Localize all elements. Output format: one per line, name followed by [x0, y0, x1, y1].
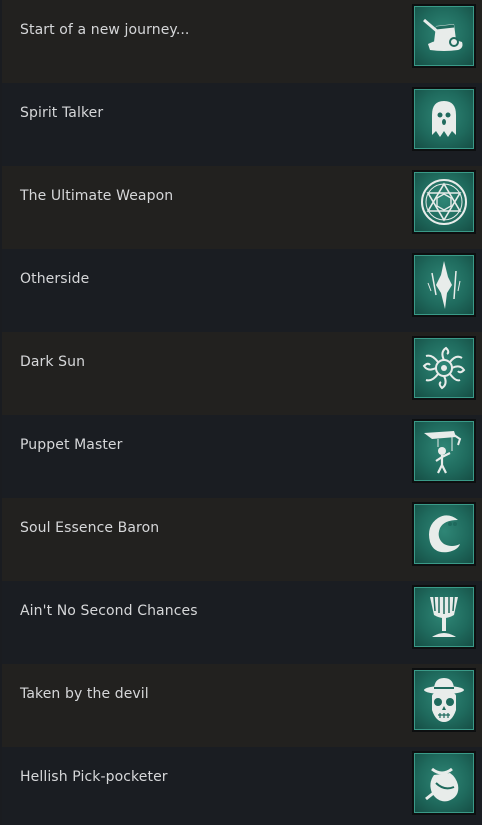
- achievement-title: Start of a new journey...: [20, 22, 190, 38]
- goblet-icon: [412, 585, 476, 649]
- row-edge: [0, 664, 2, 747]
- achievement-title: Hellish Pick-pocketer: [20, 769, 168, 785]
- achievement-row[interactable]: Hellish Pick-pocketer: [0, 747, 482, 825]
- rift-icon: [412, 253, 476, 317]
- row-edge: [0, 83, 2, 166]
- hexagram-circle-icon: [412, 170, 476, 234]
- row-edge: [0, 332, 2, 415]
- achievement-title: The Ultimate Weapon: [20, 188, 174, 204]
- marionette-icon: [412, 419, 476, 483]
- achievement-row[interactable]: Puppet Master: [0, 415, 482, 498]
- achievement-title: Otherside: [20, 271, 90, 287]
- achievement-row[interactable]: Soul Essence Baron: [0, 498, 482, 581]
- row-edge: [0, 747, 2, 825]
- tentacle-sun-icon: [412, 336, 476, 400]
- achievement-row[interactable]: Taken by the devil: [0, 664, 482, 747]
- row-edge: [0, 498, 2, 581]
- soul-wisp-icon: [412, 502, 476, 566]
- row-edge: [0, 166, 2, 249]
- achievement-row[interactable]: Spirit Talker: [0, 83, 482, 166]
- achievement-title: Dark Sun: [20, 354, 86, 370]
- achievement-row[interactable]: Otherside: [0, 249, 482, 332]
- top-hat-skull-icon: [412, 4, 476, 68]
- achievement-row[interactable]: The Ultimate Weapon: [0, 166, 482, 249]
- row-edge: [0, 581, 2, 664]
- coin-pouch-icon: [412, 751, 476, 815]
- achievement-row[interactable]: Dark Sun: [0, 332, 482, 415]
- achievement-title: Puppet Master: [20, 437, 123, 453]
- ghost-icon: [412, 87, 476, 151]
- achievement-title: Ain't No Second Chances: [20, 603, 198, 619]
- row-edge: [0, 0, 2, 83]
- hat-skull-icon: [412, 668, 476, 732]
- achievement-title: Spirit Talker: [20, 105, 104, 121]
- achievement-row[interactable]: Ain't No Second Chances: [0, 581, 482, 664]
- achievement-row[interactable]: Start of a new journey...: [0, 0, 482, 83]
- achievement-title: Soul Essence Baron: [20, 520, 160, 536]
- achievement-title: Taken by the devil: [20, 686, 149, 702]
- row-edge: [0, 249, 2, 332]
- row-edge: [0, 415, 2, 498]
- achievement-list: Start of a new journey... Spirit Talker: [0, 0, 482, 825]
